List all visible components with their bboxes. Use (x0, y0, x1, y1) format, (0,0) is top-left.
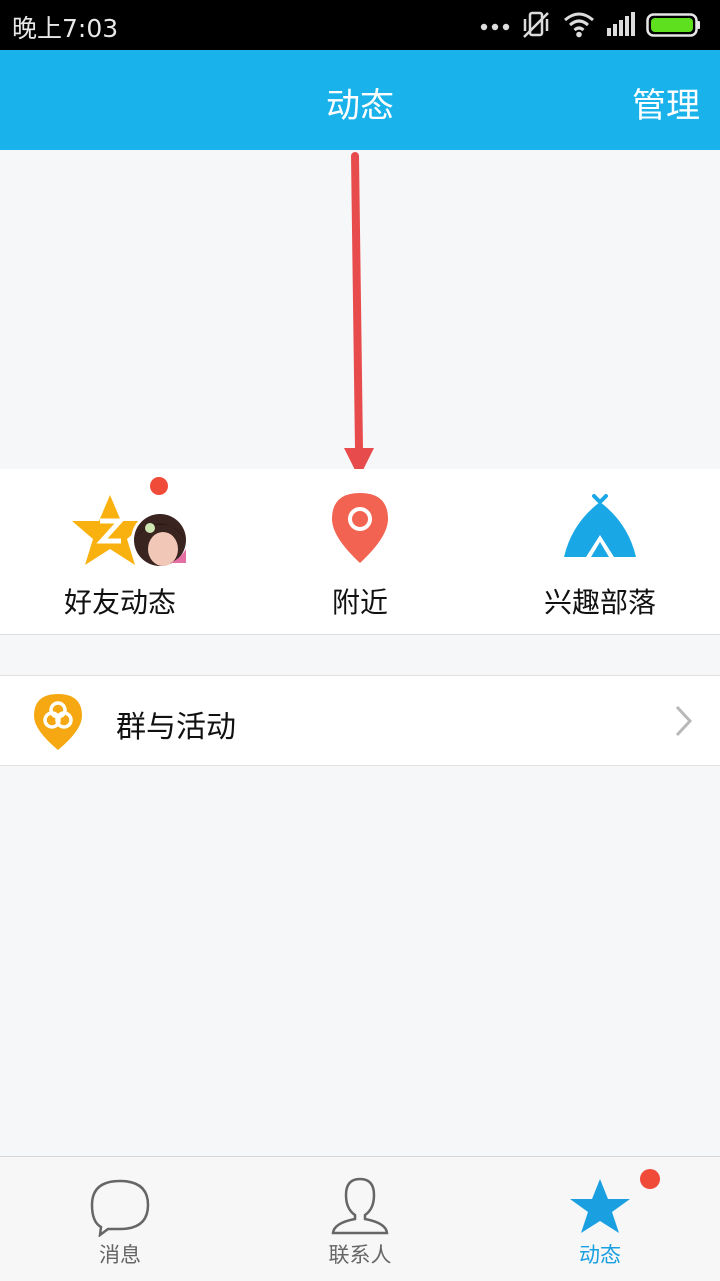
tent-icon (564, 494, 636, 557)
red-arrow-annotation (344, 152, 374, 478)
feature-row: 好友动态 附近 兴趣部落 (0, 469, 720, 635)
tab-label: 联系人 (328, 1243, 392, 1267)
feed-tab-badge (640, 1169, 660, 1189)
chevron-right-icon (675, 705, 693, 737)
feature-label: 附近 (331, 586, 388, 619)
bottom-tab-bar: 消息 联系人 动态 (0, 1156, 720, 1281)
list-item-label: 群与活动 (116, 710, 236, 745)
chat-bubble-icon (90, 1179, 150, 1237)
more-dots-icon (480, 23, 510, 31)
feature-label: 好友动态 (63, 586, 176, 619)
page-title: 动态 (326, 86, 394, 126)
tab-feed[interactable]: 动态 (480, 1157, 720, 1281)
friend-feed-badge (150, 477, 168, 495)
tab-messages[interactable]: 消息 (0, 1157, 240, 1281)
feature-interest-tribe[interactable]: 兴趣部落 (480, 469, 720, 634)
tab-label: 动态 (579, 1243, 621, 1267)
tab-label: 消息 (99, 1243, 141, 1267)
vibrate-off-icon (523, 11, 549, 38)
top-header: 动态 管理 (0, 50, 720, 150)
feature-nearby[interactable]: 附近 (240, 469, 480, 634)
status-time: 晚上7:03 (12, 14, 119, 43)
status-bar: 晚上7:03 (0, 0, 720, 50)
signal-icon (607, 12, 635, 36)
contact-person-icon (331, 1177, 389, 1235)
feature-friend-feed[interactable]: 好友动态 (0, 469, 240, 634)
battery-icon (646, 13, 700, 37)
wifi-icon (564, 12, 594, 38)
manage-button[interactable]: 管理 (632, 78, 700, 127)
star-icon (570, 1179, 630, 1233)
status-icons (480, 10, 710, 40)
tab-contacts[interactable]: 联系人 (240, 1157, 480, 1281)
group-pin-icon (34, 694, 82, 750)
feature-label: 兴趣部落 (543, 586, 656, 619)
list-item-group-activity[interactable]: 群与活动 (0, 675, 720, 766)
location-pin-icon (332, 493, 388, 563)
qzone-star-icon (72, 495, 189, 569)
